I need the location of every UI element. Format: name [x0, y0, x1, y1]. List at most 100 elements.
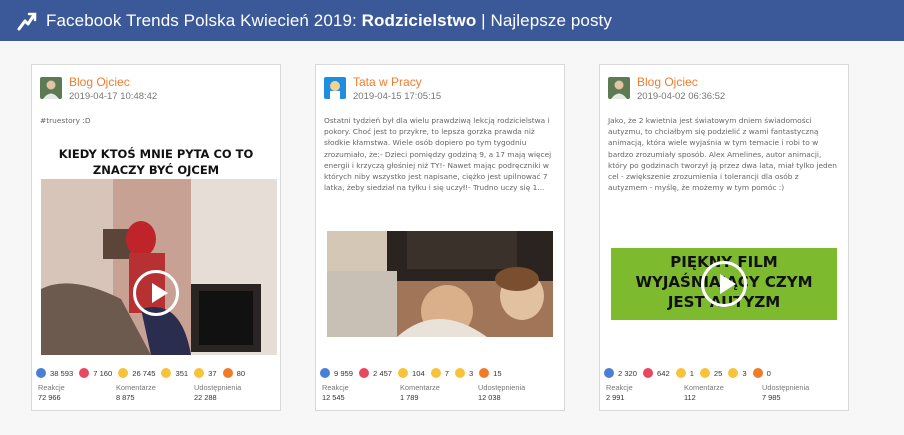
reactions-total: 2 991	[606, 393, 625, 402]
like-icon	[36, 368, 46, 378]
avatar[interactable]	[324, 77, 346, 99]
love-reaction: 2 457	[359, 368, 392, 378]
wow-icon	[430, 368, 441, 378]
post-date: 2019-04-15 17:05:15	[353, 91, 442, 102]
love-count: 7 160	[93, 368, 113, 378]
like-count: 38 593	[50, 368, 74, 378]
video-caption-line: ZNACZY BYĆ OJCEM	[92, 162, 220, 177]
avatar[interactable]	[40, 77, 62, 99]
haha-icon	[118, 368, 129, 378]
post-date: 2019-04-17 10:48:42	[69, 91, 158, 102]
like-icon	[320, 368, 330, 378]
title-prefix: Facebook Trends Polska Kwiecień 2019:	[46, 10, 362, 30]
wow-icon	[161, 368, 172, 378]
sad-count: 3	[468, 368, 474, 378]
like-reaction: 9 959	[320, 368, 353, 378]
haha-count: 26 745	[132, 368, 156, 378]
reactions-row: 9 959 2 457 104 7 3 15	[320, 368, 560, 378]
comments-label: Komentarze	[684, 383, 724, 392]
post-card: Tata w Pracy 2019-04-15 17:05:15 Ostatni…	[315, 64, 565, 411]
sad-count: 37	[208, 368, 217, 378]
post-stats: Reakcje 72 966 Komentarze 8 875 Udostępnie…	[38, 383, 276, 403]
post-author-link[interactable]: Tata w Pracy	[353, 75, 441, 89]
shares-total: 12 038	[478, 393, 501, 402]
post-text: #truestory :D	[40, 116, 91, 125]
like-icon	[604, 368, 614, 378]
top-banner: Facebook Trends Polska Kwiecień 2019: Ro…	[0, 0, 904, 41]
wow-reaction: 351	[161, 368, 188, 378]
reactions-total: 12 545	[322, 393, 345, 402]
reactions-row: 38 593 7 160 26 745 351 37 80	[36, 368, 276, 378]
post-stats: Reakcje 2 991 Komentarze 112 Udostępnienia…	[606, 383, 844, 403]
post-image[interactable]	[327, 231, 553, 337]
like-count: 2 320	[618, 368, 638, 378]
video-thumbnail	[41, 179, 277, 355]
reactions-row: 2 320 642 1 25 3 0	[604, 368, 844, 378]
shares-label: Udostępnienia	[194, 383, 242, 392]
angry-icon	[479, 368, 490, 378]
wow-count: 25	[713, 368, 723, 378]
wow-icon	[699, 368, 710, 378]
comments-total: 112	[684, 393, 696, 402]
angry-reaction: 80	[222, 368, 246, 378]
post-video[interactable]: KIEDY KTOŚ MNIE PYTA CO TO ZNACZY BYĆ OJ…	[32, 143, 280, 355]
title-topic: Rodzicielstwo	[361, 10, 477, 30]
post-video[interactable]: PIĘKNY FILM WYJAŚNIAJĄCY CZYM JEST AUTYZ…	[611, 248, 837, 320]
wow-reaction: 25	[699, 368, 723, 378]
sad-reaction: 3	[728, 368, 747, 378]
sad-icon	[454, 368, 465, 378]
angry-icon	[222, 368, 233, 378]
post-card: Blog Ojciec 2019-04-02 06:36:52 Jako, że…	[599, 64, 849, 411]
post-text: Jako, że 2 kwietnia jest światowym dniem…	[608, 116, 837, 193]
angry-count: 80	[236, 368, 246, 378]
comments-total: 8 875	[116, 393, 135, 402]
like-reaction: 38 593	[36, 368, 73, 378]
post-photo	[327, 231, 553, 337]
post-author-link[interactable]: Blog Ojciec	[69, 75, 157, 89]
reactions-label: Reakcje	[322, 383, 349, 392]
shares-label: Udostępnienia	[762, 383, 810, 392]
post-card: Blog Ojciec 2019-04-17 10:48:42 #truesto…	[31, 64, 281, 411]
haha-count: 104	[412, 368, 425, 378]
avatar[interactable]	[608, 77, 630, 99]
angry-icon	[752, 368, 763, 378]
sad-icon	[194, 368, 205, 378]
shares-label: Udostępnienia	[478, 383, 526, 392]
video-caption-line: KIEDY KTOŚ MNIE PYTA CO TO	[58, 147, 254, 161]
angry-count: 0	[766, 368, 771, 378]
haha-reaction: 1	[675, 368, 694, 378]
page-title: Facebook Trends Polska Kwiecień 2019: Ro…	[46, 11, 612, 31]
love-count: 2 457	[373, 368, 393, 378]
sad-reaction: 37	[194, 368, 217, 378]
like-count: 9 959	[334, 368, 354, 378]
title-suffix: | Najlepsze posty	[476, 10, 612, 30]
comments-total: 1 789	[400, 393, 419, 402]
haha-icon	[675, 368, 686, 378]
post-author-link[interactable]: Blog Ojciec	[637, 75, 725, 89]
reactions-label: Reakcje	[606, 383, 633, 392]
play-icon[interactable]	[701, 261, 747, 307]
wow-count: 7	[444, 368, 449, 378]
post-text: Ostatni tydzień był dla wielu prawdziwą …	[324, 116, 552, 193]
sad-reaction: 3	[454, 368, 474, 378]
haha-icon	[398, 368, 409, 378]
post-date: 2019-04-02 06:36:52	[637, 91, 726, 102]
wow-count: 351	[175, 368, 189, 378]
reactions-label: Reakcje	[38, 383, 65, 392]
love-count: 642	[657, 368, 670, 378]
shares-total: 7 985	[762, 393, 781, 402]
like-reaction: 2 320	[604, 368, 637, 378]
sad-icon	[728, 368, 739, 378]
trend-arrow-icon	[17, 12, 37, 30]
angry-count: 15	[493, 368, 502, 378]
video-caption: KIEDY KTOŚ MNIE PYTA CO TO ZNACZY BYĆ OJ…	[32, 147, 280, 178]
haha-reaction: 104	[398, 368, 425, 378]
haha-reaction: 26 745	[118, 368, 155, 378]
love-icon	[643, 368, 654, 378]
angry-reaction: 0	[752, 368, 771, 378]
play-icon[interactable]	[133, 270, 179, 316]
comments-label: Komentarze	[400, 383, 440, 392]
love-icon	[79, 368, 90, 378]
love-reaction: 642	[643, 368, 670, 378]
shares-total: 22 288	[194, 393, 217, 402]
